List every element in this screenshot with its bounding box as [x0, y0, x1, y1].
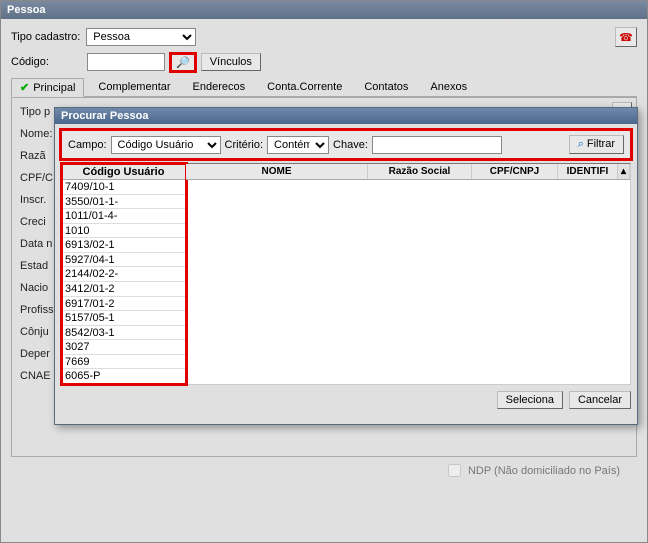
scroll-up-icon[interactable]: ▴ — [618, 164, 630, 179]
codigo-input[interactable] — [87, 53, 165, 71]
table-row[interactable]: 1010 — [62, 224, 185, 239]
tab-anexos[interactable]: Anexos — [422, 79, 475, 95]
tab-contatos[interactable]: Contatos — [356, 79, 416, 95]
check-icon: ✔ — [20, 81, 29, 94]
table-row[interactable]: 1011/01-4- — [62, 209, 185, 224]
window-title: Pessoa — [1, 1, 647, 19]
table-row[interactable]: 5157/05-1 — [62, 311, 185, 326]
tab-principal[interactable]: ✔ Principal — [11, 78, 84, 97]
ndp-label: NDP (Não domiciliado no País) — [468, 465, 620, 477]
dialog-title: Procurar Pessoa — [55, 108, 637, 124]
filtrar-button[interactable]: ⌕ Filtrar — [569, 135, 624, 154]
table-row[interactable]: 6065-P — [62, 369, 185, 384]
phone-icon-button[interactable]: ☎ — [615, 27, 637, 47]
header-razao[interactable]: Razão Social — [368, 164, 472, 179]
results-grid: Código Usuário 7409/10-13550/01-1-1011/0… — [61, 163, 631, 385]
main-window: Pessoa Tipo cadastro: Pessoa ☎ Código: 🔎… — [0, 0, 648, 543]
ndp-checkbox — [448, 464, 461, 477]
tab-enderecos[interactable]: Enderecos — [185, 79, 254, 95]
codigo-column: Código Usuário 7409/10-13550/01-1-1011/0… — [62, 164, 186, 384]
tab-complementar[interactable]: Complementar — [90, 79, 178, 95]
tab-conta-corrente[interactable]: Conta.Corrente — [259, 79, 350, 95]
binoculars-icon: 🔎 — [176, 57, 190, 69]
header-cpfcnpj[interactable]: CPF/CNPJ — [472, 164, 558, 179]
cancelar-button[interactable]: Cancelar — [569, 391, 631, 409]
table-row[interactable]: 3027 — [62, 340, 185, 355]
chave-input[interactable] — [372, 136, 502, 154]
codigo-label: Código: — [11, 56, 81, 68]
tipo-cadastro-select[interactable]: Pessoa — [86, 28, 196, 46]
rest-columns: NOME Razão Social CPF/CNPJ IDENTIFI ▴ — [186, 164, 630, 384]
search-row: Campo: Código Usuário Critério: Contém C… — [61, 130, 631, 159]
table-row[interactable]: 7409/10-1 — [62, 180, 185, 195]
filter-icon: ⌕ — [578, 138, 584, 150]
table-row[interactable]: 6913/02-1 — [62, 238, 185, 253]
table-row[interactable]: 6917/01-2 — [62, 297, 185, 312]
procurar-pessoa-dialog: Procurar Pessoa Campo: Código Usuário Cr… — [54, 107, 638, 425]
vinculos-button[interactable]: Vínculos — [201, 53, 261, 71]
campo-select[interactable]: Código Usuário — [111, 136, 221, 154]
chave-label: Chave: — [333, 139, 368, 151]
binoculars-button[interactable]: 🔎 — [171, 54, 195, 71]
criterio-select[interactable]: Contém — [267, 136, 329, 154]
header-nome[interactable]: NOME — [186, 164, 368, 179]
tabs-bar: ✔ Principal Complementar Enderecos Conta… — [11, 77, 637, 97]
table-row[interactable]: 2144/02-2- — [62, 267, 185, 282]
criterio-label: Critério: — [225, 139, 264, 151]
table-row[interactable]: 3412/01-2 — [62, 282, 185, 297]
codigo-rows: 7409/10-13550/01-1-1011/01-4-10106913/02… — [62, 180, 185, 384]
seleciona-button[interactable]: Seleciona — [497, 391, 563, 409]
table-row[interactable]: 8542/03-1 — [62, 326, 185, 341]
tipo-cadastro-label: Tipo cadastro: — [11, 31, 80, 43]
header-ident[interactable]: IDENTIFI — [558, 164, 618, 179]
table-row[interactable]: 3550/01-1- — [62, 195, 185, 210]
table-row[interactable]: 7669 — [62, 355, 185, 370]
campo-label: Campo: — [68, 139, 107, 151]
table-row[interactable]: 5927/04-1 — [62, 253, 185, 268]
header-codigo[interactable]: Código Usuário — [62, 164, 185, 180]
